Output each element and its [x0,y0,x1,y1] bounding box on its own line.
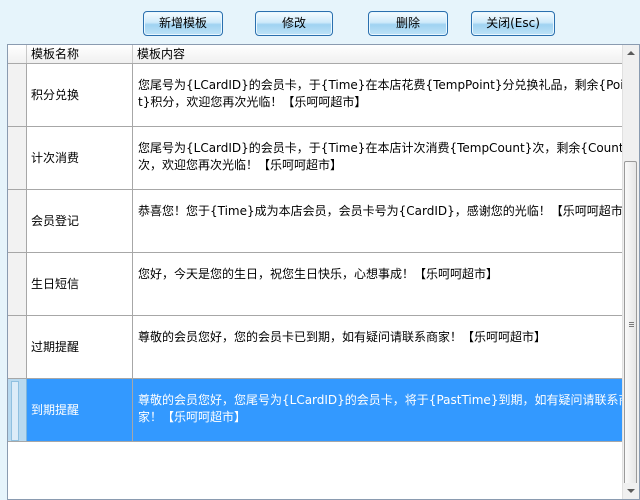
row-selector[interactable] [8,64,27,126]
add-template-button[interactable]: 新增模板 [143,11,223,36]
scrollbar-thumb[interactable] [624,161,637,489]
column-header-name[interactable]: 模板名称 [27,45,133,63]
header-corner [8,45,27,63]
vertical-scrollbar[interactable] [622,45,639,499]
table-row-selected[interactable]: 到期提醒 尊敬的会员您好，您尾号为{LCardID}的会员卡，将于{PastTi… [8,379,632,442]
template-name-cell[interactable]: 会员登记 [27,190,133,252]
template-name-cell[interactable]: 生日短信 [27,253,133,315]
table-row[interactable]: 积分兑换 您尾号为{LCardID}的会员卡，于{Time}在本店花费{Temp… [8,64,632,127]
toolbar: 新增模板 修改 删除 关闭(Esc) [0,0,640,42]
arrow-down-icon [627,489,635,493]
row-selector[interactable] [8,190,27,252]
row-selector[interactable] [8,316,27,378]
template-name-cell[interactable]: 到期提醒 [27,379,133,441]
arrow-up-icon [627,51,635,55]
row-selector[interactable] [8,253,27,315]
close-button[interactable]: 关闭(Esc) [471,11,555,36]
table-row[interactable]: 计次消费 您尾号为{LCardID}的会员卡，于{Time}在本店计次消费{Te… [8,127,632,190]
edit-button[interactable]: 修改 [255,11,333,36]
grip-line [629,324,634,325]
template-grid[interactable]: 模板名称 模板内容 积分兑换 您尾号为{LCardID}的会员卡，于{Time}… [7,44,640,500]
template-content-cell[interactable]: 尊敬的会员您好，您尾号为{LCardID}的会员卡，将于{PastTime}到期… [133,379,632,441]
template-content-cell[interactable]: 您尾号为{LCardID}的会员卡，于{Time}在本店花费{TempPoint… [133,64,632,126]
grid-header: 模板名称 模板内容 [8,45,632,64]
table-row[interactable]: 会员登记 恭喜您！您于{Time}成为本店会员，会员卡号为{CardID}，感谢… [8,190,632,253]
template-content-cell[interactable]: 您好，今天是您的生日，祝您生日快乐，心想事成！【乐呵呵超市】 [133,253,632,315]
template-name-cell[interactable]: 过期提醒 [27,316,133,378]
template-name-cell[interactable]: 计次消费 [27,127,133,189]
scroll-down-button[interactable] [623,483,639,499]
table-row[interactable]: 生日短信 您好，今天是您的生日，祝您生日快乐，心想事成！【乐呵呵超市】 [8,253,632,316]
template-content-cell[interactable]: 尊敬的会员您好，您的会员卡已到期，如有疑问请联系商家！【乐呵呵超市】 [133,316,632,378]
grip-line [629,326,634,327]
row-selector[interactable] [8,127,27,189]
delete-button[interactable]: 删除 [368,11,448,36]
column-header-content[interactable]: 模板内容 [133,45,632,63]
table-row[interactable]: 过期提醒 尊敬的会员您好，您的会员卡已到期，如有疑问请联系商家！【乐呵呵超市】 [8,316,632,379]
template-name-cell[interactable]: 积分兑换 [27,64,133,126]
row-selector[interactable] [8,379,27,441]
template-content-cell[interactable]: 恭喜您！您于{Time}成为本店会员，会员卡号为{CardID}，感谢您的光临！… [133,190,632,252]
scroll-up-button[interactable] [623,45,639,61]
grip-line [629,322,634,323]
template-content-cell[interactable]: 您尾号为{LCardID}的会员卡，于{Time}在本店计次消费{TempCou… [133,127,632,189]
